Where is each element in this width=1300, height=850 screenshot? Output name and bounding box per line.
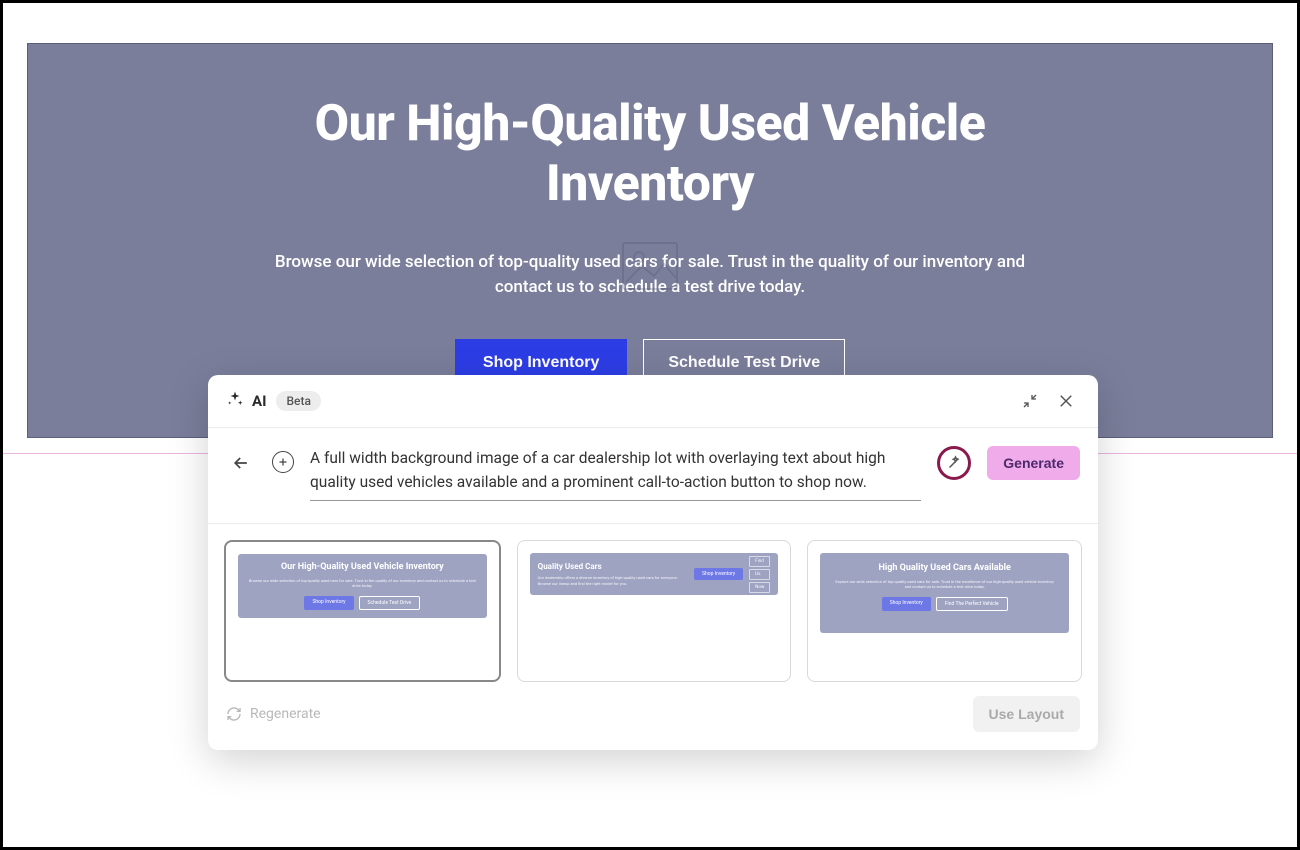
layout-1-title: Our High-Quality Used Vehicle Inventory [248, 562, 477, 573]
layout-2-title: Quality Used Cars [538, 562, 688, 572]
layout-3-btn2: Find The Perfect Vehicle [936, 597, 1008, 611]
layout-1-btn1: Shop Inventory [304, 596, 353, 610]
ai-modal-footer: Regenerate Use Layout [208, 690, 1098, 750]
regenerate-button[interactable]: Regenerate [226, 706, 321, 722]
back-arrow-icon[interactable] [226, 448, 256, 478]
ai-prompt-row: A full width background image of a car d… [208, 428, 1098, 524]
generate-button[interactable]: Generate [987, 446, 1080, 480]
layout-option-2[interactable]: Quality Used Cars Our dealership offers … [517, 540, 792, 682]
layout-2-sub: Our dealership offers a diverse inventor… [538, 575, 688, 586]
minimize-icon[interactable] [1016, 387, 1044, 415]
layout-3-btn1: Shop Inventory [882, 597, 931, 611]
add-icon[interactable] [272, 451, 294, 473]
ai-modal: AI Beta A full width background image of… [208, 375, 1098, 750]
layout-1-sub: Browse our wide selection of top-quality… [248, 578, 477, 589]
layout-3-sub: Explore our wide selection of top-qualit… [834, 579, 1055, 590]
layout-2-btn1: Shop Inventory [694, 568, 743, 580]
use-layout-button[interactable]: Use Layout [973, 696, 1080, 732]
prompt-input[interactable]: A full width background image of a car d… [310, 446, 921, 501]
ai-modal-header: AI Beta [208, 375, 1098, 428]
regenerate-label: Regenerate [250, 706, 321, 722]
layout-2-stack: Find Us Now [749, 556, 770, 593]
image-placeholder-icon [622, 242, 678, 294]
refresh-icon [226, 706, 242, 722]
layout-3-title: High Quality Used Cars Available [834, 563, 1055, 574]
close-icon[interactable] [1052, 387, 1080, 415]
magic-wand-icon[interactable] [937, 446, 971, 480]
layout-option-3[interactable]: High Quality Used Cars Available Explore… [807, 540, 1082, 682]
layout-option-1[interactable]: Our High-Quality Used Vehicle Inventory … [224, 540, 501, 682]
ai-label: AI [252, 392, 266, 410]
layout-options: Our High-Quality Used Vehicle Inventory … [208, 524, 1098, 690]
beta-badge: Beta [276, 391, 320, 411]
hero-title: Our High-Quality Used Vehicle Inventory [240, 94, 1060, 214]
layout-1-btn2: Schedule Test Drive [359, 596, 421, 610]
sparkle-icon [226, 390, 244, 412]
